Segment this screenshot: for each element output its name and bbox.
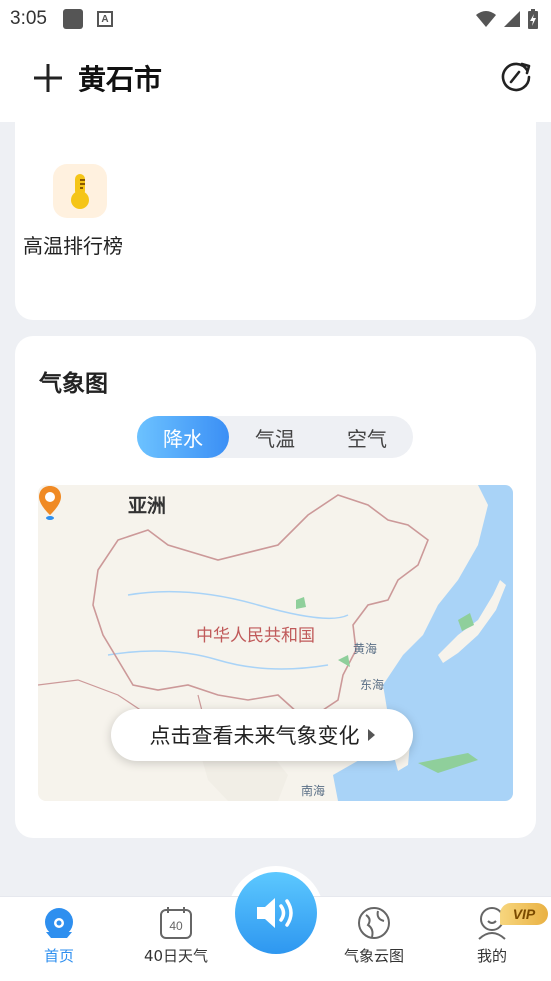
- status-bar: 3:05 A: [0, 0, 551, 38]
- speaker-icon: [257, 898, 293, 928]
- map-label-country: 中华人民共和国: [196, 626, 315, 646]
- status-icons: [475, 8, 539, 30]
- tools-card: 高温排行榜: [15, 110, 536, 320]
- notification-icon: [62, 9, 83, 29]
- high-temp-rank-label[interactable]: 高温排行榜: [23, 230, 123, 259]
- weather-map[interactable]: 亚洲 中华人民共和国 黄海 东海 南海 点击查看未来气象变化: [38, 485, 513, 801]
- signal-icon: [504, 11, 520, 27]
- voice-broadcast-button[interactable]: [235, 872, 317, 954]
- river: [107, 650, 329, 670]
- vip-badge: VIP: [500, 903, 548, 925]
- wifi-icon: [476, 11, 496, 27]
- nav-home[interactable]: 首页: [14, 905, 104, 975]
- nav-40-day-label: 40日天气: [143, 947, 209, 965]
- nav-cloud-map[interactable]: 气象云图: [329, 905, 419, 975]
- status-time: 3:05: [10, 8, 47, 29]
- add-city-icon[interactable]: [30, 60, 66, 96]
- thermometer-icon: [71, 174, 89, 209]
- map-label-east-sea: 东海: [360, 678, 385, 692]
- future-weather-button[interactable]: 点击查看未来气象变化: [111, 709, 413, 761]
- location-pin-icon: [39, 486, 61, 520]
- tab-air[interactable]: 空气: [321, 416, 413, 458]
- map-label-continent: 亚洲: [128, 495, 167, 517]
- arrow-right-icon: [367, 729, 375, 741]
- map-label-yellow-sea: 黄海: [353, 642, 378, 656]
- weather-map-card: 气象图 降水 气温 空气 亚洲 中华人民共和国 黄海 东海 南海 点击查看未来气…: [15, 336, 536, 838]
- refresh-icon[interactable]: [497, 58, 535, 96]
- city-title[interactable]: 黄石市: [78, 58, 162, 98]
- battery-icon: [528, 9, 538, 29]
- nav-40-day[interactable]: 40 40日天气: [131, 905, 221, 975]
- nav-cloud-map-label: 气象云图: [343, 947, 404, 965]
- precip-patch: [338, 655, 350, 667]
- globe-icon: [358, 907, 390, 939]
- home-mascot-icon: [45, 908, 73, 938]
- future-weather-label: 点击查看未来气象变化: [149, 724, 360, 748]
- weather-map-title: 气象图: [39, 371, 108, 397]
- tab-precipitation[interactable]: 降水: [137, 416, 229, 458]
- nav-mine-label: 我的: [476, 947, 507, 965]
- precip-patch: [296, 597, 306, 609]
- korea-land: [393, 595, 418, 637]
- high-temp-rank-button[interactable]: [53, 164, 107, 218]
- nav-home-label: 首页: [43, 947, 74, 965]
- tab-temperature[interactable]: 气温: [229, 416, 321, 458]
- map-label-south-sea: 南海: [301, 784, 326, 798]
- calendar-badge: 40: [169, 919, 183, 933]
- river: [127, 590, 349, 620]
- calendar-icon: 40: [160, 907, 192, 939]
- map-type-tabs: 降水 气温 空气: [137, 416, 413, 458]
- keyboard-icon: A: [96, 11, 113, 27]
